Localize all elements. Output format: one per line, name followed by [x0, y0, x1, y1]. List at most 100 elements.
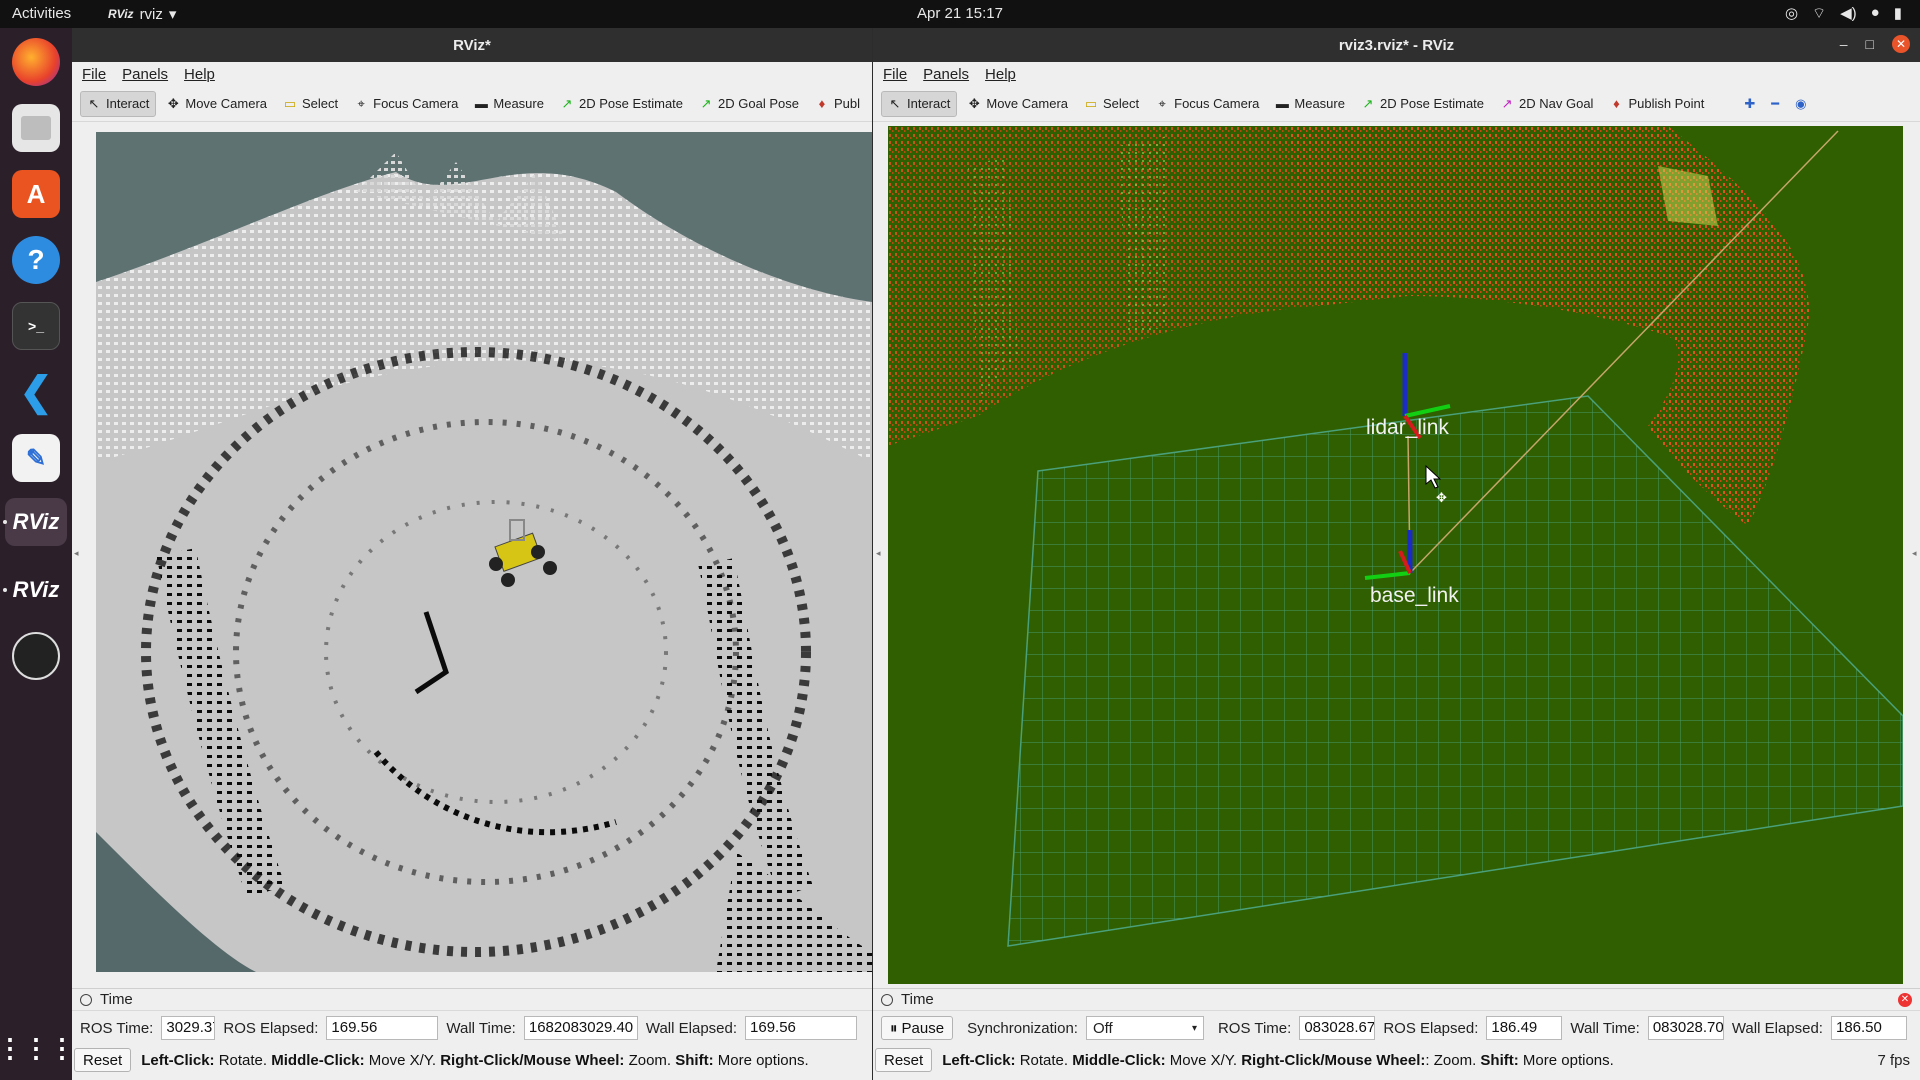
- wall-elapsed-field[interactable]: 186.50: [1830, 1016, 1907, 1040]
- map-pin-icon: ♦: [1613, 96, 1620, 111]
- mic-icon[interactable]: ●: [1871, 4, 1880, 23]
- close-icon[interactable]: ✕: [1892, 35, 1910, 53]
- status-bar: Reset Left-Click: Rotate. Middle-Click: …: [873, 1045, 1920, 1075]
- volume-icon[interactable]: ◀): [1840, 4, 1857, 23]
- battery-icon[interactable]: ▮: [1894, 4, 1902, 23]
- tool-select[interactable]: ▭ Select: [1078, 92, 1145, 116]
- tool-label: Select: [1103, 96, 1140, 111]
- time-values-row: ⏸ Pause Synchronization: Off ▾ ROS Time: 0…: [873, 1011, 1920, 1045]
- ros-elapsed-field[interactable]: 186.49: [1486, 1016, 1563, 1040]
- synchronization-label: Synchronization:: [967, 1019, 1078, 1037]
- lidar-scene: lidar_link base_link ✥: [888, 126, 1904, 984]
- tool-2d-goal-pose[interactable]: ↗ 2D Goal Pose: [693, 92, 805, 116]
- activities-button[interactable]: Activities: [12, 5, 71, 22]
- app-center-icon[interactable]: A: [12, 170, 60, 218]
- hint-key: Left-Click:: [141, 1051, 215, 1069]
- rviz-icon[interactable]: RViz: [5, 498, 67, 546]
- hint-text: Move X/Y.: [368, 1051, 437, 1069]
- tool-interact[interactable]: ↖ Interact: [881, 90, 958, 117]
- collapse-right-handle[interactable]: ◂: [1912, 548, 1920, 559]
- vscode-icon[interactable]: ❮: [12, 368, 60, 416]
- reset-button[interactable]: Reset: [875, 1048, 933, 1072]
- green-arrow-icon: ↗: [561, 95, 573, 111]
- tool-measure[interactable]: ▬ Measure: [1269, 92, 1351, 115]
- collapse-left-handle[interactable]: ◂: [876, 548, 886, 559]
- collapse-left-handle[interactable]: ◂: [74, 548, 84, 559]
- dock: A ? >_ ❮ ✎ RViz RViz ⋮⋮⋮: [0, 28, 75, 1080]
- menu-file[interactable]: File: [883, 66, 907, 83]
- render-viewport[interactable]: [96, 132, 872, 972]
- wall-time-field[interactable]: 083028.70: [1647, 1016, 1724, 1040]
- time-panel-title: Time: [901, 991, 934, 1008]
- tool-move-camera[interactable]: ✥ Move Camera: [160, 92, 273, 116]
- tool-label: 2D Pose Estimate: [578, 96, 684, 111]
- ruler-icon: ▬: [474, 96, 488, 111]
- window-titlebar[interactable]: rviz3.rviz* - RViz – □ ✕: [873, 28, 1920, 62]
- tool-2d-pose-estimate[interactable]: ↗ 2D Pose Estimate: [554, 92, 689, 116]
- tool-label: Focus Camera: [1174, 96, 1260, 111]
- tool-focus-camera[interactable]: ⌖ Focus Camera: [348, 92, 464, 116]
- tool-label: Publ: [833, 96, 860, 111]
- chrome-icon[interactable]: ◎: [1785, 4, 1798, 23]
- menu-file[interactable]: File: [82, 66, 106, 83]
- menu-panels[interactable]: Panels: [923, 66, 969, 83]
- app-menu-label: rviz: [139, 5, 163, 23]
- ros-time-label: ROS Time:: [80, 1019, 154, 1037]
- obs-icon[interactable]: [12, 632, 60, 680]
- clock[interactable]: Apr 21 15:17: [0, 5, 1920, 22]
- hint-key: Left-Click:: [942, 1051, 1016, 1069]
- text-editor-icon[interactable]: ✎: [12, 434, 60, 482]
- select-icon: ▭: [1084, 95, 1098, 111]
- ros-time-field[interactable]: 083028.67: [1299, 1016, 1376, 1040]
- tool-focus-camera[interactable]: ⌖ Focus Camera: [1149, 92, 1265, 116]
- time-panel-header: Time ✕: [873, 989, 1920, 1011]
- reset-button[interactable]: Reset: [74, 1048, 132, 1072]
- time-panel-title: Time: [100, 991, 133, 1008]
- tool-publish-point[interactable]: ♦ Publish Point: [1603, 92, 1710, 115]
- pause-label: Pause: [901, 1019, 945, 1037]
- window-titlebar[interactable]: RViz*: [72, 28, 872, 62]
- network-icon[interactable]: ⌔: [1812, 4, 1826, 23]
- tool-measure[interactable]: ▬ Measure: [468, 92, 550, 115]
- terminal-icon[interactable]: >_: [12, 302, 60, 350]
- add-tool-button[interactable]: ✚: [1738, 92, 1761, 116]
- pause-button[interactable]: ⏸ Pause: [881, 1016, 954, 1040]
- minimize-icon[interactable]: –: [1840, 36, 1848, 52]
- chevron-down-icon: ▾: [168, 6, 177, 23]
- camera-type-button[interactable]: ◉: [1789, 92, 1812, 116]
- rviz-dock-label: RViz: [12, 577, 60, 602]
- map-pin-icon: ♦: [818, 96, 826, 111]
- time-panel: Time ROS Time: 3029.37 ROS Elapsed: 169.…: [72, 988, 872, 1075]
- gnome-top-bar: Activities RViz rviz ▾ Apr 21 15:17 ◎ ⌔ …: [0, 0, 1920, 28]
- help-icon[interactable]: ?: [12, 236, 60, 284]
- move-icon: ✥: [968, 95, 980, 111]
- clock-icon: [80, 993, 92, 1006]
- firefox-icon[interactable]: [12, 38, 60, 86]
- menu-panels[interactable]: Panels: [122, 66, 168, 83]
- tool-select[interactable]: ▭ Select: [277, 92, 344, 116]
- wall-elapsed-field[interactable]: 169.56: [745, 1016, 858, 1040]
- rviz-dock-label: RViz: [12, 509, 60, 534]
- ros-elapsed-field[interactable]: 169.56: [326, 1016, 439, 1040]
- tool-publish-point[interactable]: ♦ Publ: [809, 92, 866, 115]
- remove-tool-button[interactable]: ━: [1765, 92, 1785, 116]
- tool-interact[interactable]: ↖ Interact: [80, 90, 157, 117]
- files-icon[interactable]: [12, 104, 60, 152]
- wall-time-field[interactable]: 1682083029.40: [523, 1016, 638, 1040]
- tool-2d-pose-estimate[interactable]: ↗ 2D Pose Estimate: [1355, 92, 1490, 116]
- ros-time-field[interactable]: 3029.37: [161, 1016, 216, 1040]
- synchronization-select[interactable]: Off ▾: [1085, 1016, 1204, 1040]
- app-menu[interactable]: RViz rviz ▾: [108, 5, 177, 24]
- tool-2d-nav-goal[interactable]: ↗ 2D Nav Goal: [1494, 92, 1599, 116]
- window-title: rviz3.rviz* - RViz: [1338, 36, 1455, 54]
- rviz-icon[interactable]: RViz: [12, 566, 60, 614]
- system-tray[interactable]: ◎ ⌔ ◀) ● ▮: [1785, 4, 1902, 23]
- menu-help[interactable]: Help: [184, 66, 215, 83]
- magenta-arrow-icon: ↗: [1501, 95, 1513, 111]
- close-panel-icon[interactable]: ✕: [1898, 993, 1912, 1007]
- tool-move-camera[interactable]: ✥ Move Camera: [961, 92, 1074, 116]
- maximize-icon[interactable]: □: [1866, 36, 1874, 52]
- show-apps-icon[interactable]: ⋮⋮⋮: [0, 1024, 75, 1072]
- render-viewport[interactable]: lidar_link base_link ✥: [888, 126, 1904, 984]
- menu-help[interactable]: Help: [985, 66, 1016, 83]
